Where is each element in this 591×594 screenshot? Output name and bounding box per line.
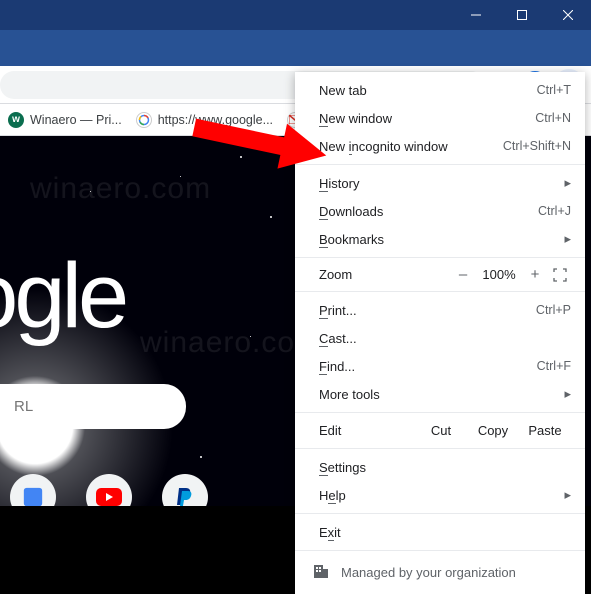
chevron-right-icon: ▸ (564, 175, 571, 191)
menu-zoom-row: Zoom – 100% + (295, 262, 585, 287)
menu-find[interactable]: Find... Ctrl+F (295, 352, 585, 380)
menu-label: Help (319, 488, 564, 503)
menu-edit-row: Edit Cut Copy Paste (295, 417, 585, 444)
menu-help[interactable]: Help ▸ (295, 481, 585, 509)
menu-label: Find... (319, 359, 537, 374)
menu-settings[interactable]: Settings (295, 453, 585, 481)
menu-new-incognito[interactable]: New incognito window Ctrl+Shift+N (295, 132, 585, 160)
menu-label: Settings (319, 460, 571, 475)
chevron-right-icon: ▸ (564, 386, 571, 402)
menu-label: New window (319, 111, 535, 126)
menu-label: History (319, 176, 564, 191)
bookmark-label: Winaero — Pri... (30, 113, 122, 127)
menu-label: Exit (319, 525, 571, 540)
menu-managed-notice[interactable]: Managed by your organization (295, 555, 585, 590)
cut-button[interactable]: Cut (415, 423, 467, 438)
shortcut-row (0, 474, 208, 506)
menu-separator (295, 550, 585, 551)
menu-shortcut: Ctrl+J (538, 204, 571, 218)
minimize-button[interactable] (453, 0, 499, 30)
zoom-in-button[interactable]: + (521, 266, 549, 283)
menu-cast[interactable]: Cast... (295, 324, 585, 352)
menu-exit[interactable]: Exit (295, 518, 585, 546)
paste-button[interactable]: Paste (519, 423, 571, 438)
menu-label: New tab (319, 83, 537, 98)
tab-strip[interactable] (0, 30, 591, 66)
google-logo: oogle (0, 244, 125, 349)
menu-label: Downloads (319, 204, 538, 219)
shortcut-youtube[interactable] (86, 474, 132, 506)
menu-shortcut: Ctrl+P (536, 303, 571, 317)
fullscreen-button[interactable] (549, 268, 571, 282)
menu-history[interactable]: History ▸ (295, 169, 585, 197)
search-box[interactable]: RL (0, 384, 186, 429)
shortcut-item[interactable] (10, 474, 56, 506)
menu-label: Print... (319, 303, 536, 318)
menu-more-tools[interactable]: More tools ▸ (295, 380, 585, 408)
menu-separator (295, 513, 585, 514)
menu-downloads[interactable]: Downloads Ctrl+J (295, 197, 585, 225)
bookmark-item-winaero[interactable]: w Winaero — Pri... (8, 112, 122, 128)
menu-shortcut: Ctrl+Shift+N (503, 139, 571, 153)
favicon-winaero: w (8, 112, 24, 128)
chrome-menu: New tab Ctrl+T New window Ctrl+N New inc… (295, 72, 585, 594)
zoom-value: 100% (477, 267, 521, 282)
menu-label: More tools (319, 387, 564, 402)
menu-label: Cast... (319, 331, 571, 346)
close-button[interactable] (545, 0, 591, 30)
bookmark-label: https://www.google... (158, 113, 273, 127)
chevron-right-icon: ▸ (564, 231, 571, 247)
window-titlebar (0, 0, 591, 30)
shortcut-paypal[interactable] (162, 474, 208, 506)
menu-print[interactable]: Print... Ctrl+P (295, 296, 585, 324)
maximize-button[interactable] (499, 0, 545, 30)
menu-shortcut: Ctrl+F (537, 359, 571, 373)
menu-separator (295, 291, 585, 292)
copy-button[interactable]: Copy (467, 423, 519, 438)
menu-new-tab[interactable]: New tab Ctrl+T (295, 76, 585, 104)
favicon-google (136, 112, 152, 128)
zoom-label: Zoom (319, 267, 449, 282)
menu-separator (295, 164, 585, 165)
edit-label: Edit (319, 423, 415, 438)
menu-new-window[interactable]: New window Ctrl+N (295, 104, 585, 132)
menu-separator (295, 412, 585, 413)
menu-shortcut: Ctrl+T (537, 83, 571, 97)
managed-label: Managed by your organization (341, 565, 516, 580)
bookmark-item-google[interactable]: https://www.google... (136, 112, 273, 128)
menu-shortcut: Ctrl+N (535, 111, 571, 125)
zoom-out-button[interactable]: – (449, 266, 477, 283)
menu-separator (295, 448, 585, 449)
menu-bookmarks[interactable]: Bookmarks ▸ (295, 225, 585, 253)
chevron-right-icon: ▸ (564, 487, 571, 503)
menu-label: New incognito window (319, 139, 503, 154)
menu-separator (295, 257, 585, 258)
menu-label: Bookmarks (319, 232, 564, 247)
organization-icon (313, 563, 329, 582)
